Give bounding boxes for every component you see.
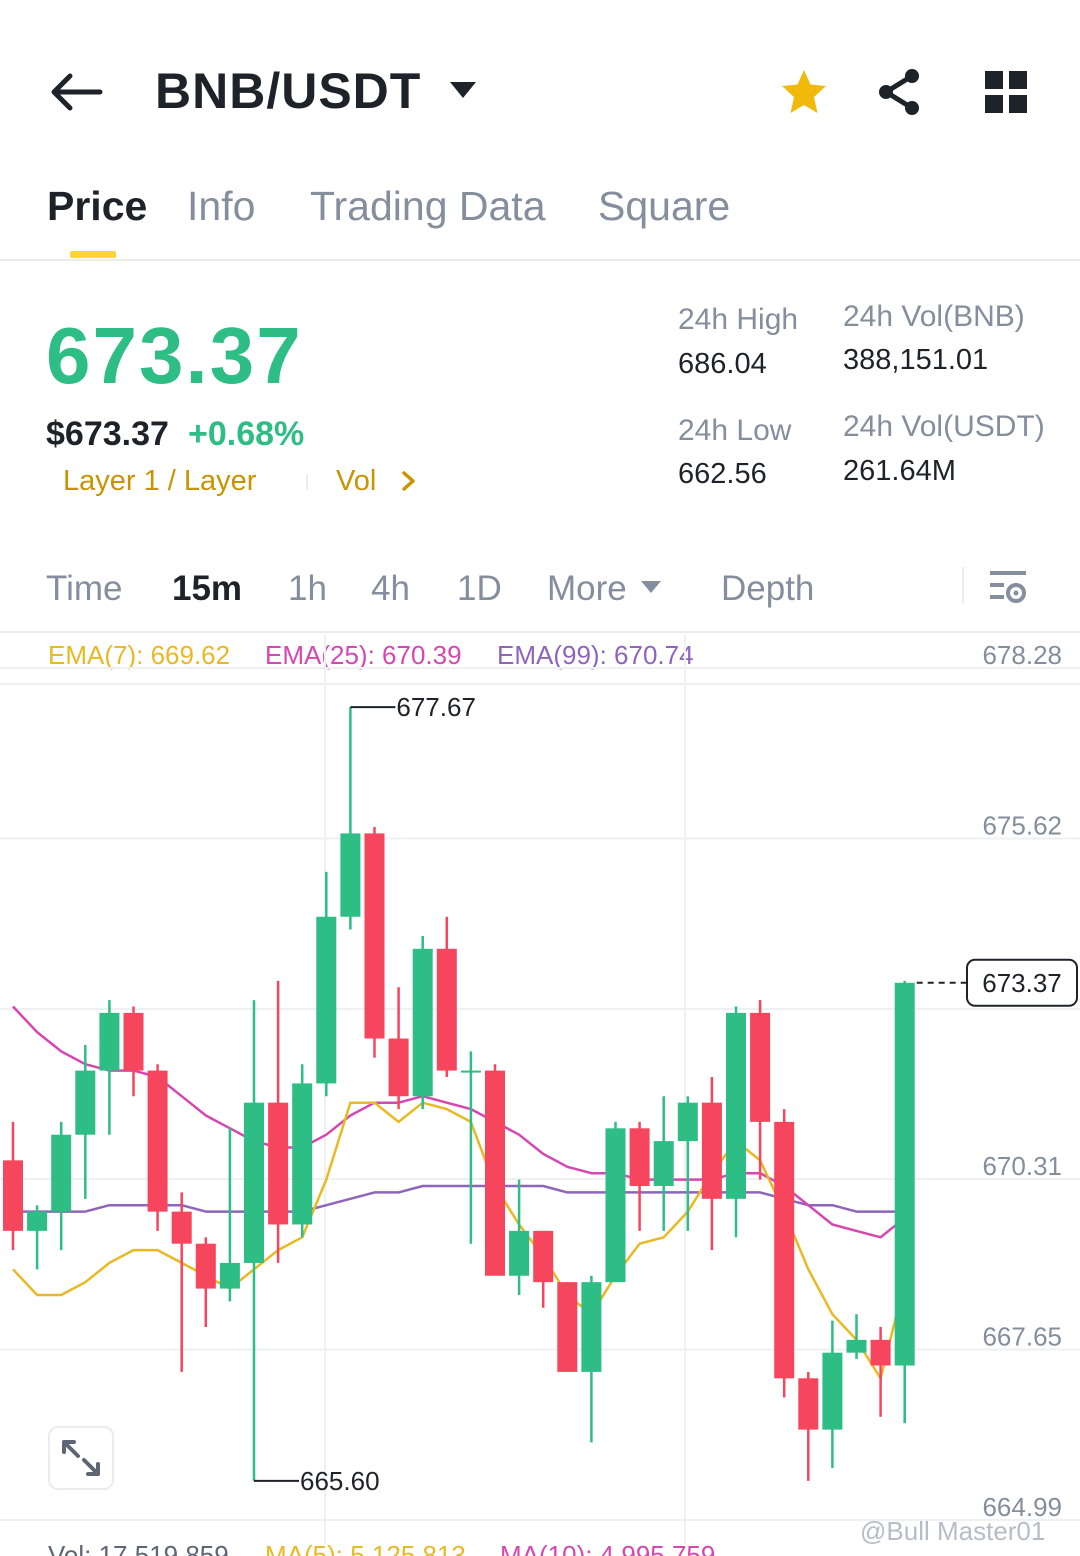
tab-trading-data[interactable]: Trading Data	[310, 183, 546, 230]
stat-vol-base-value: 388,151.01	[843, 344, 989, 376]
volume-label: Vol: 17,519,859	[48, 1540, 229, 1556]
candle-body	[846, 1339, 867, 1353]
candle-body	[412, 948, 433, 1097]
stat-vol-quote-value: 261.64M	[843, 455, 956, 487]
grid-icon[interactable]	[980, 66, 1032, 118]
tab-square[interactable]: Square	[598, 183, 730, 230]
candle-body	[750, 1012, 771, 1122]
interval-4h[interactable]: 4h	[371, 569, 410, 609]
interval-divider	[962, 567, 964, 603]
stat-high-value: 686.04	[678, 348, 767, 380]
tag-vol[interactable]: Vol	[336, 465, 376, 498]
candle-body	[798, 1378, 819, 1430]
candle-body	[460, 1070, 481, 1073]
tag-layer[interactable]: Layer 1 / Layer	[63, 465, 256, 498]
candle-body	[268, 1102, 289, 1225]
ema99-line	[13, 1184, 905, 1213]
share-icon[interactable]	[874, 66, 926, 118]
candle-body	[557, 1282, 578, 1372]
candle-body	[171, 1211, 192, 1244]
candle-body	[388, 1038, 409, 1097]
candle-body	[340, 833, 361, 917]
y-tick-label: 678.28	[982, 640, 1062, 670]
interval-1d[interactable]: 1D	[457, 569, 502, 609]
interval-1h[interactable]: 1h	[288, 569, 327, 609]
tag-divider	[306, 474, 308, 490]
candle-body	[894, 982, 915, 1366]
ema25-line	[12, 1005, 906, 1239]
stat-vol-quote-label: 24h Vol(USDT)	[843, 410, 1045, 443]
candle-body	[485, 1070, 505, 1276]
min-price-label: 665.60	[300, 1466, 380, 1496]
candle-body	[822, 1352, 843, 1430]
tab-info[interactable]: Info	[187, 183, 255, 230]
fullscreen-button[interactable]	[48, 1426, 114, 1490]
candle-body	[292, 1083, 313, 1225]
candle-body	[533, 1230, 554, 1283]
candle-body	[219, 1262, 240, 1289]
y-tick-label: 670.31	[982, 1151, 1062, 1181]
max-price-label: 677.67	[396, 692, 476, 722]
top-bar: BNB/USDT	[0, 40, 1080, 150]
candle-body	[99, 1012, 120, 1071]
candle-body	[364, 833, 385, 1039]
watermark: @Bull Master01	[860, 1516, 1046, 1546]
interval-depth[interactable]: Depth	[721, 569, 814, 609]
stat-low-value: 662.56	[678, 458, 767, 490]
candle-body	[629, 1128, 650, 1186]
candle-body	[870, 1339, 891, 1366]
y-tick-label: 675.62	[982, 811, 1062, 841]
active-tab-indicator	[70, 251, 116, 258]
candle-body	[51, 1134, 72, 1212]
interval-bar: Time 15m 1h 4h 1D More Depth	[0, 555, 1080, 633]
candle-body	[123, 1012, 144, 1071]
stat-high-label: 24h High	[678, 303, 799, 336]
interval-time[interactable]: Time	[46, 569, 122, 609]
ema7-line	[12, 1101, 906, 1380]
last-price: 673.37	[46, 311, 303, 400]
candle-body	[726, 1012, 746, 1199]
candle-body	[244, 1102, 264, 1263]
candlestick-chart[interactable]: 678.28675.62672.96670.31667.65664.99677.…	[0, 634, 1080, 1544]
candle-body	[653, 1141, 674, 1186]
stat-vol-base-label: 24h Vol(BNB)	[843, 300, 1025, 333]
chart-settings-icon[interactable]	[988, 569, 1028, 605]
stat-low-label: 24h Low	[678, 414, 792, 447]
candle-body	[316, 916, 337, 1084]
pair-selector[interactable]: BNB/USDT	[155, 62, 421, 120]
interval-15m[interactable]: 15m	[172, 569, 242, 609]
candle-body	[195, 1243, 216, 1289]
candle-body	[605, 1128, 626, 1283]
expand-icon	[62, 1440, 100, 1476]
candle-body	[509, 1230, 530, 1276]
price-change: +0.68%	[188, 415, 305, 453]
caret-down-icon[interactable]	[448, 80, 478, 100]
candle-body	[3, 1160, 23, 1231]
interval-more[interactable]: More	[547, 569, 627, 609]
ma10-label: MA(10): 4,995,759	[500, 1540, 716, 1556]
candle-body	[581, 1282, 602, 1372]
y-tick-label: 667.65	[982, 1321, 1062, 1351]
candle-body	[75, 1070, 96, 1135]
chevron-right-icon[interactable]	[400, 470, 418, 492]
candle-body	[147, 1070, 168, 1212]
candle-body	[27, 1211, 48, 1231]
back-arrow-icon[interactable]	[48, 70, 104, 114]
more-caret-icon[interactable]	[640, 580, 662, 594]
usd-price: $673.37	[46, 415, 169, 453]
candle-body	[436, 948, 457, 1071]
star-icon[interactable]	[778, 66, 830, 118]
page-tabs: Price Info Trading Data Square	[0, 175, 1080, 261]
candle-body	[774, 1121, 795, 1379]
tab-price[interactable]: Price	[47, 183, 147, 230]
ma5-label: MA(5): 5,125,813	[265, 1540, 466, 1556]
candle-body	[677, 1102, 698, 1142]
last-price-tag-label: 673.37	[982, 968, 1062, 998]
candle-body	[701, 1102, 722, 1199]
